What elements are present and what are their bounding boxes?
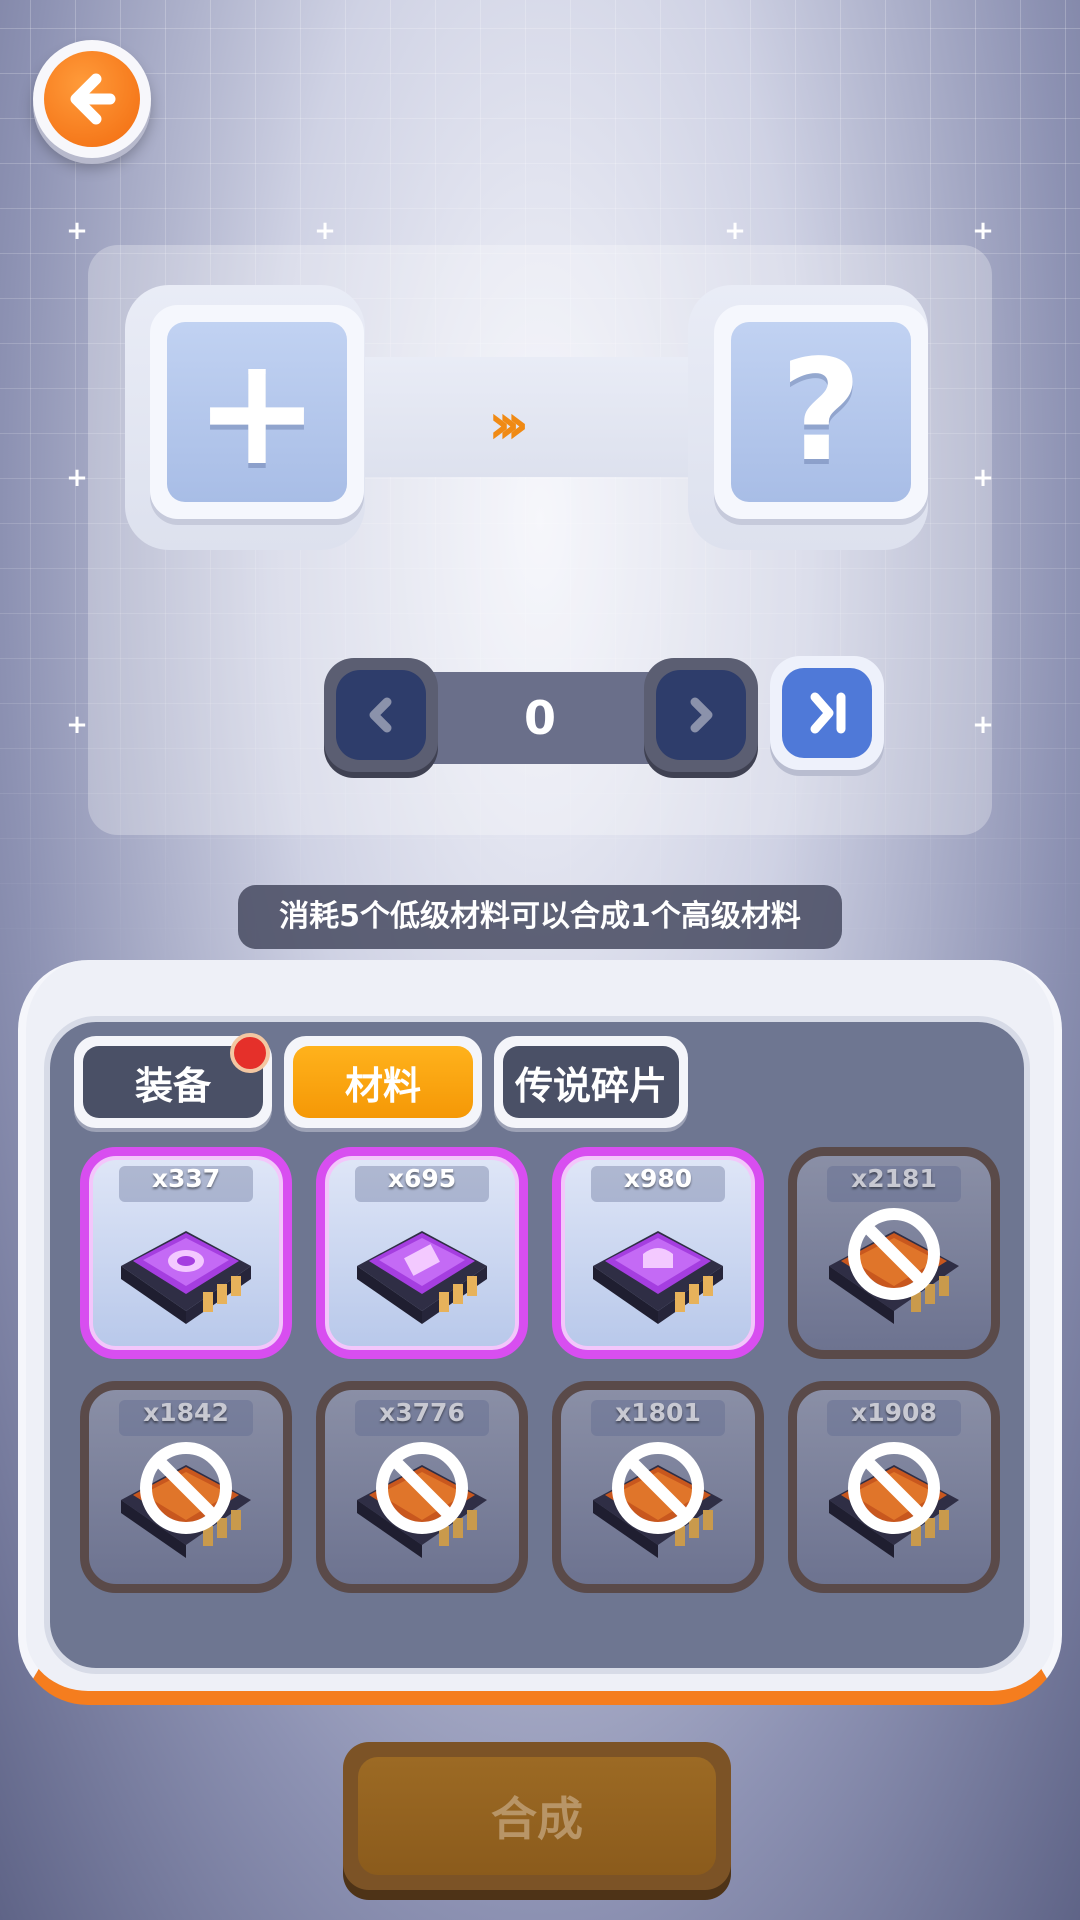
purple-chip-icon bbox=[357, 1231, 487, 1324]
item-slot-locked[interactable]: x2181 bbox=[788, 1147, 1000, 1359]
prohibited-icon bbox=[848, 1208, 940, 1300]
item-slot-locked[interactable]: x3776 bbox=[316, 1381, 528, 1593]
arrow-left-icon bbox=[44, 51, 140, 147]
item-quantity: x1842 bbox=[143, 1398, 229, 1427]
notification-badge bbox=[230, 1033, 270, 1073]
item-slot[interactable]: x695 bbox=[316, 1147, 528, 1359]
purple-chip-icon bbox=[121, 1231, 251, 1324]
item-slot-locked[interactable]: x1801 bbox=[552, 1381, 764, 1593]
item-slot[interactable]: x980 bbox=[552, 1147, 764, 1359]
tab-label: 传说碎片 bbox=[503, 1046, 679, 1118]
plus-icon: + bbox=[194, 325, 320, 499]
item-quantity: x1801 bbox=[615, 1398, 701, 1427]
grid-cross-mark: + bbox=[314, 216, 336, 246]
item-quantity: x2181 bbox=[851, 1164, 937, 1193]
hint-text: 消耗5个低级材料可以合成1个高级材料 bbox=[238, 885, 842, 949]
prohibited-icon bbox=[612, 1442, 704, 1534]
prohibited-icon bbox=[140, 1442, 232, 1534]
item-quantity: x3776 bbox=[379, 1398, 465, 1427]
tab-legendary-fragments[interactable]: 传说碎片 bbox=[494, 1036, 688, 1128]
chevrons-right-icon: ››› bbox=[488, 392, 529, 457]
chevron-left-icon bbox=[336, 670, 426, 760]
chevron-right-icon bbox=[656, 670, 746, 760]
max-button[interactable] bbox=[770, 656, 884, 770]
purple-chip-icon bbox=[593, 1231, 723, 1324]
prohibited-icon bbox=[376, 1442, 468, 1534]
output-slot: ? bbox=[714, 305, 928, 519]
item-slot-locked[interactable]: x1842 bbox=[80, 1381, 292, 1593]
item-quantity: x1908 bbox=[851, 1398, 937, 1427]
craft-button-label: 合成 bbox=[358, 1757, 716, 1875]
tab-label: 材料 bbox=[293, 1046, 473, 1118]
prohibited-icon bbox=[848, 1442, 940, 1534]
grid-cross-mark: + bbox=[66, 463, 88, 493]
grid-cross-mark: + bbox=[66, 216, 88, 246]
item-slot[interactable]: x337 bbox=[80, 1147, 292, 1359]
grid-cross-mark: + bbox=[66, 710, 88, 740]
tab-materials[interactable]: 材料 bbox=[284, 1036, 482, 1128]
item-quantity: x695 bbox=[387, 1164, 457, 1193]
item-quantity: x337 bbox=[151, 1164, 221, 1193]
decrease-button[interactable] bbox=[324, 658, 438, 772]
grid-cross-mark: + bbox=[972, 216, 994, 246]
item-quantity: x980 bbox=[623, 1164, 693, 1193]
increase-button[interactable] bbox=[644, 658, 758, 772]
input-slot[interactable]: + bbox=[150, 305, 364, 519]
back-button[interactable] bbox=[33, 40, 151, 158]
grid-cross-mark: + bbox=[724, 216, 746, 246]
question-icon: ? bbox=[780, 330, 862, 493]
skip-to-end-icon bbox=[782, 668, 872, 758]
item-slot-locked[interactable]: x1908 bbox=[788, 1381, 1000, 1593]
craft-button[interactable]: 合成 bbox=[343, 1742, 731, 1890]
